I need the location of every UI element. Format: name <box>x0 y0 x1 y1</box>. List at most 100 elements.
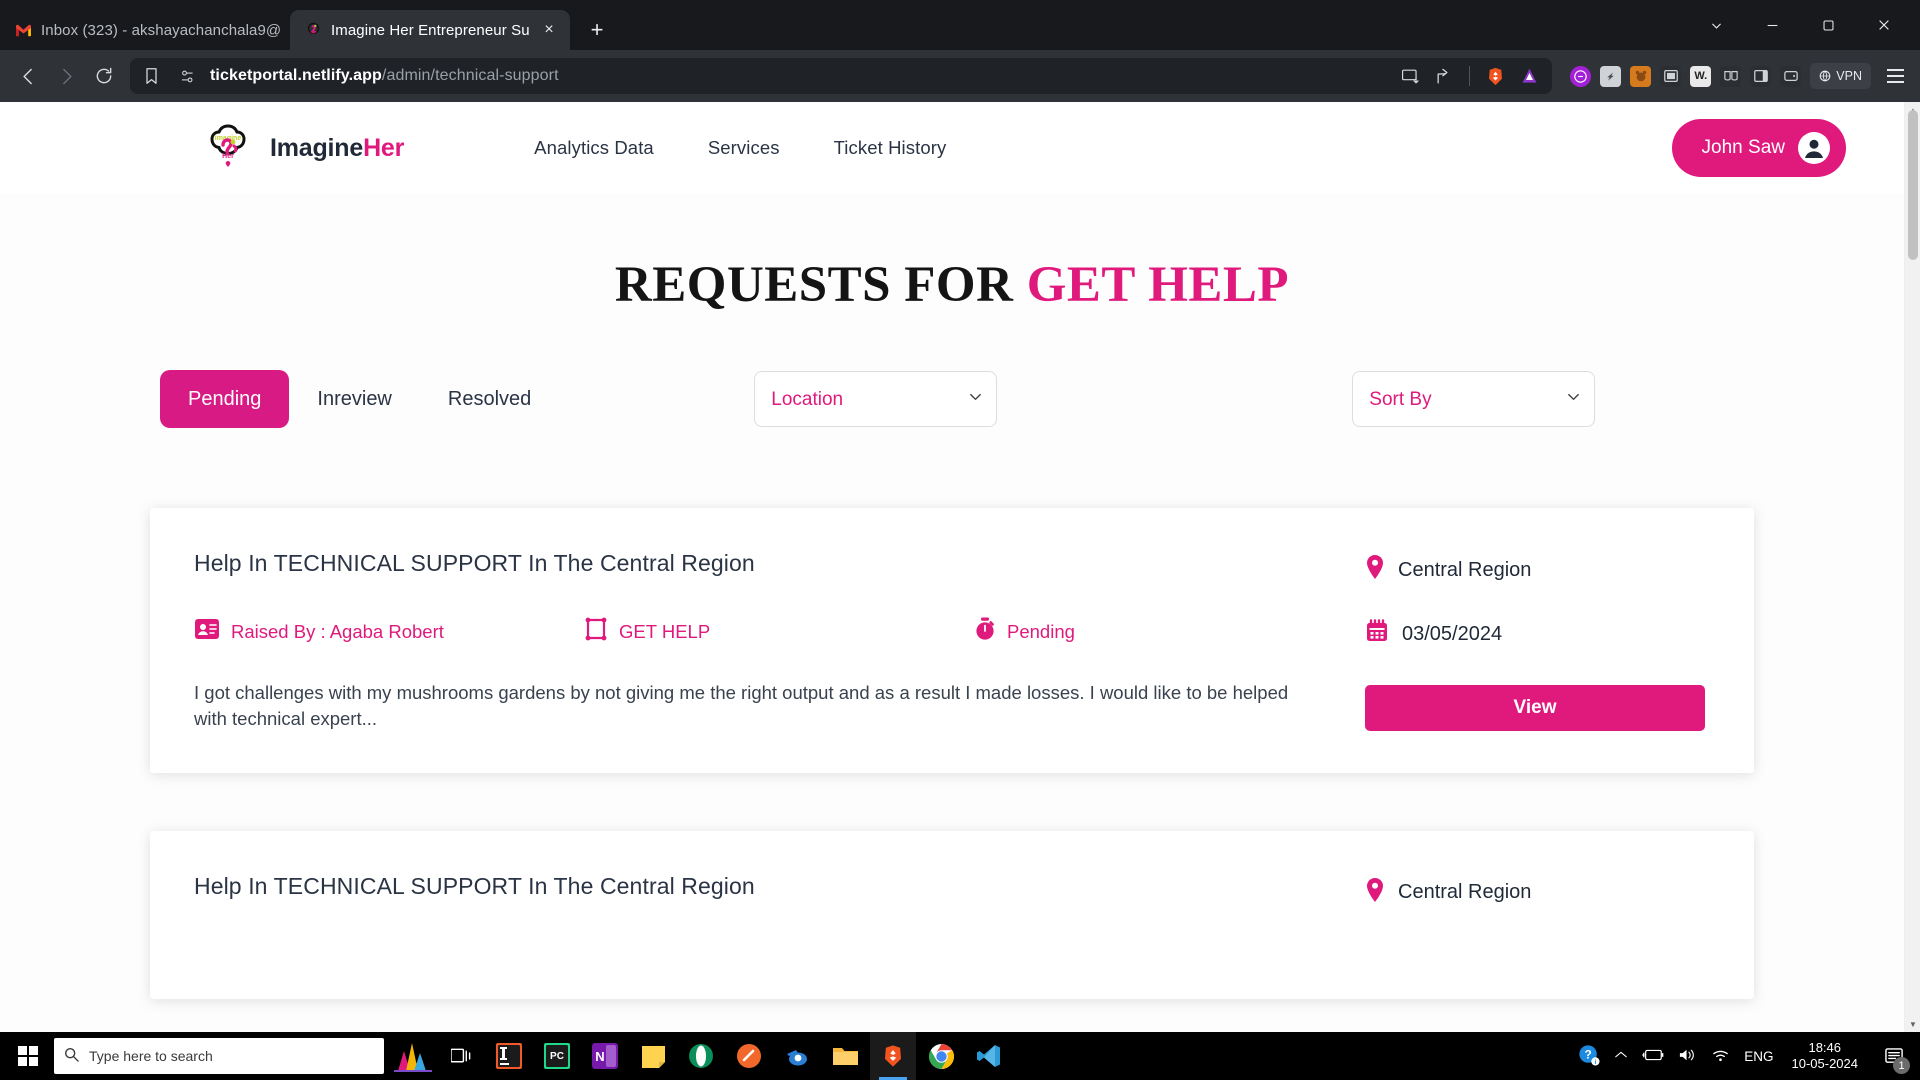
main-navigation: Analytics Data Services Ticket History <box>534 137 946 159</box>
request-list: Help In TECHNICAL SUPPORT In The Central… <box>0 508 1904 999</box>
wallet-icon[interactable] <box>1780 65 1802 87</box>
user-menu-button[interactable]: John Saw <box>1671 119 1846 177</box>
minimize-icon[interactable] <box>1744 0 1800 50</box>
location-select[interactable]: Location <box>754 371 998 427</box>
taskbar-apps: PC N <box>390 1032 1012 1080</box>
window-controls <box>1688 0 1912 50</box>
tab-inreview[interactable]: Inreview <box>289 370 419 428</box>
gmail-icon <box>14 21 32 39</box>
notification-center-icon[interactable]: 1 <box>1876 1032 1912 1080</box>
clock-date: 10-05-2024 <box>1791 1056 1859 1071</box>
brave-taskbar-icon[interactable] <box>870 1032 916 1080</box>
brave-shields-icon[interactable] <box>1480 61 1510 91</box>
filter-row: Pending Inreview Resolved Location Sort … <box>0 370 1904 428</box>
extension-wikipedia-icon[interactable]: W. <box>1690 65 1712 87</box>
extension-masks-icon[interactable] <box>1720 65 1742 87</box>
brand[interactable]: imagine Her ImagineHer <box>200 120 404 176</box>
tab-title: Imagine Her Entrepreneur Supp <box>331 21 529 39</box>
back-icon[interactable] <box>10 58 46 94</box>
request-status-label: Pending <box>1007 620 1075 642</box>
svg-text:PC: PC <box>550 1051 564 1062</box>
raised-by: Raised By : Agaba Robert <box>194 618 584 645</box>
notification-badge: 1 <box>1893 1057 1910 1074</box>
taskbar-search[interactable]: Type here to search <box>54 1038 384 1074</box>
file-explorer-icon[interactable] <box>822 1032 868 1080</box>
onenote-icon[interactable]: N <box>582 1032 628 1080</box>
url-text: ticketportal.netlify.app/admin/technical… <box>210 67 559 84</box>
imagineher-icon <box>304 21 322 39</box>
blender-icon[interactable] <box>774 1032 820 1080</box>
nav-item-analytics-data[interactable]: Analytics Data <box>534 137 654 159</box>
browser-tab-gmail[interactable]: Inbox (323) - akshayachanchala9@gm <box>0 10 290 50</box>
save-page-icon[interactable] <box>1395 61 1425 91</box>
vpn-button[interactable]: VPN <box>1810 63 1871 89</box>
request-region: Central Region <box>1365 877 1710 909</box>
maximize-icon[interactable] <box>1800 0 1856 50</box>
page-title-prefix: REQUESTS FOR <box>614 257 1014 313</box>
view-button[interactable]: View <box>1365 685 1705 731</box>
extension-bear-icon[interactable] <box>1630 65 1652 87</box>
clock[interactable]: 18:46 10-05-2024 <box>1788 1040 1863 1073</box>
sort-select[interactable]: Sort By <box>1352 371 1596 427</box>
vpn-label: VPN <box>1836 69 1862 83</box>
extension-purple-icon[interactable] <box>1570 65 1592 87</box>
svg-text:?: ? <box>1585 1047 1592 1061</box>
location-pin-icon <box>1365 877 1385 909</box>
tab-pending[interactable]: Pending <box>160 370 290 428</box>
sticky-notes-icon[interactable] <box>630 1032 676 1080</box>
web-page: imagine Her ImagineHer Analytics Data Se… <box>0 102 1904 1032</box>
wifi-icon[interactable] <box>1711 1047 1730 1066</box>
nav-item-services[interactable]: Services <box>708 137 780 159</box>
brave-rewards-icon[interactable] <box>1514 61 1544 91</box>
nav-item-ticket-history[interactable]: Ticket History <box>834 137 947 159</box>
window-close-icon[interactable] <box>1856 0 1912 50</box>
bookmark-icon[interactable] <box>138 63 164 89</box>
vscode-icon[interactable] <box>966 1032 1012 1080</box>
location-pin-icon <box>1365 554 1385 586</box>
site-settings-icon[interactable] <box>174 63 200 89</box>
scrollbar-thumb[interactable] <box>1908 110 1918 260</box>
help-icon[interactable]: ? i <box>1578 1044 1600 1069</box>
share-icon[interactable] <box>1429 61 1459 91</box>
page-scrollbar[interactable]: ▲ ▼ <box>1904 102 1920 1032</box>
start-button[interactable] <box>4 1032 52 1080</box>
opera-icon[interactable] <box>678 1032 724 1080</box>
pycharm-icon[interactable]: PC <box>534 1032 580 1080</box>
cortana-icon[interactable] <box>390 1032 436 1080</box>
language-indicator[interactable]: ENG <box>1744 1049 1773 1064</box>
tab-strip: Inbox (323) - akshayachanchala9@gm Imagi… <box>0 0 1920 50</box>
browser-orange-icon[interactable] <box>726 1032 772 1080</box>
browser-menu-icon[interactable] <box>1880 61 1910 91</box>
raised-by-label: Raised By : Agaba Robert <box>231 620 444 642</box>
request-card-side: Central Region <box>1365 873 1710 909</box>
battery-icon[interactable] <box>1642 1048 1664 1065</box>
chevron-down-icon[interactable] <box>1688 0 1744 50</box>
chrome-icon[interactable] <box>918 1032 964 1080</box>
browser-tab-imagineher[interactable]: Imagine Her Entrepreneur Supp × <box>290 10 570 50</box>
scroll-down-icon[interactable]: ▼ <box>1905 1016 1920 1032</box>
user-name: John Saw <box>1701 137 1785 158</box>
request-card-body: Help In TECHNICAL SUPPORT In The Central… <box>194 550 1365 733</box>
show-hidden-icons-icon[interactable] <box>1614 1048 1628 1065</box>
tab-resolved[interactable]: Resolved <box>420 370 559 428</box>
request-region: Central Region <box>1365 554 1710 586</box>
sidebar-toggle-icon[interactable] <box>1750 65 1772 87</box>
volume-icon[interactable] <box>1678 1047 1697 1066</box>
reload-icon[interactable] <box>86 58 122 94</box>
extension-window-icon[interactable] <box>1660 65 1682 87</box>
svg-text:i: i <box>1595 1059 1597 1066</box>
address-bar[interactable]: ticketportal.netlify.app/admin/technical… <box>130 58 1553 94</box>
close-icon[interactable]: × <box>538 19 560 41</box>
task-view-icon[interactable] <box>438 1032 484 1080</box>
new-tab-button[interactable]: + <box>580 13 614 47</box>
request-region-label: Central Region <box>1398 881 1532 904</box>
taskbar-search-placeholder: Type here to search <box>89 1048 213 1064</box>
extension-notes-icon[interactable] <box>1600 65 1622 87</box>
divider <box>1469 66 1471 86</box>
timer-icon <box>974 617 996 646</box>
browser-window: Inbox (323) - akshayachanchala9@gm Imagi… <box>0 0 1920 1080</box>
request-card: Help In TECHNICAL SUPPORT In The Central… <box>150 830 1754 999</box>
intellij-icon[interactable] <box>486 1032 532 1080</box>
request-card-body: Help In TECHNICAL SUPPORT In The Central… <box>194 873 1365 909</box>
request-date-label: 03/05/2024 <box>1402 622 1503 645</box>
